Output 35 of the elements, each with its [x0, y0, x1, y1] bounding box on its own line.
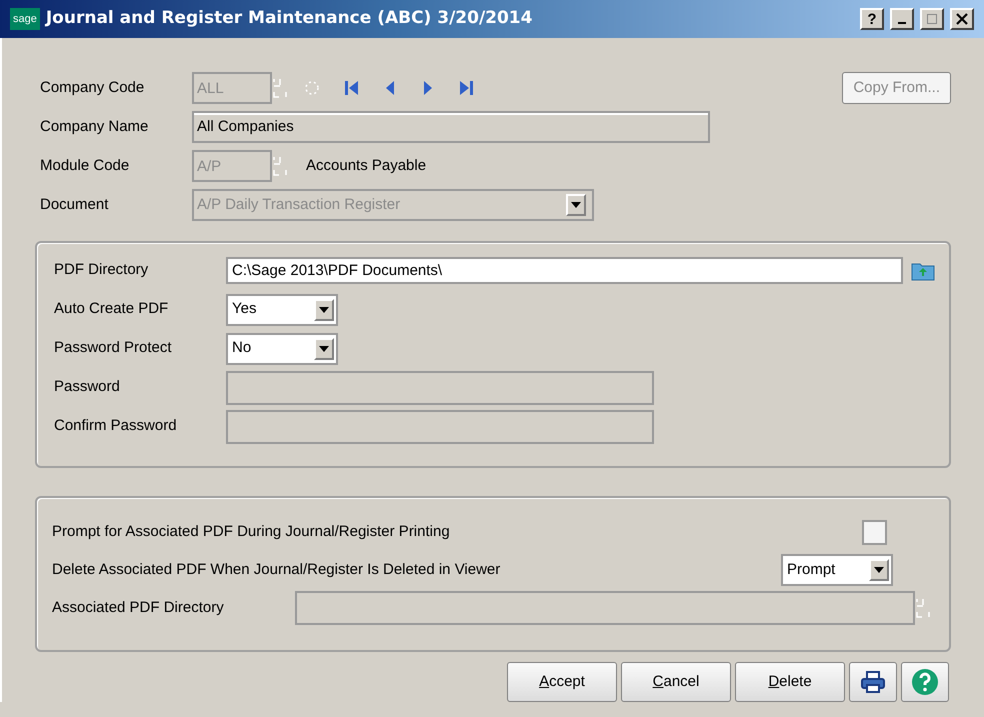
- help-button[interactable]: [901, 662, 949, 702]
- field-label: Prompt for Associated PDF During Journal/Register Printing: [52, 522, 451, 542]
- question-icon: [911, 668, 939, 696]
- maximize-button[interactable]: [920, 8, 944, 30]
- field-label: Confirm Password: [54, 416, 178, 436]
- field-label: Password Protect: [54, 338, 173, 358]
- directory-field[interactable]: C:\Sage 2013\PDF Documents\: [226, 257, 903, 284]
- close-button[interactable]: [950, 8, 974, 30]
- company-name-field[interactable]: All Companies: [192, 111, 710, 143]
- field-label: Auto Create PDF: [54, 299, 170, 320]
- help-button[interactable]: ?: [860, 8, 884, 30]
- field-label: Company Name: [40, 116, 150, 137]
- module-description: Accounts Payable: [306, 156, 426, 176]
- minimize-button[interactable]: [890, 8, 914, 30]
- field-label: Module Code: [40, 156, 130, 176]
- accept-button[interactable]: Accept: [507, 662, 617, 702]
- field-label: PDF Directory: [54, 260, 150, 280]
- select-field[interactable]: Prompt: [781, 554, 893, 586]
- checkbox[interactable]: [862, 520, 887, 544]
- close-icon: [956, 13, 968, 25]
- select-field[interactable]: Yes: [226, 294, 338, 326]
- print-button[interactable]: [849, 662, 897, 702]
- delete-button[interactable]: Delete: [735, 662, 845, 702]
- app-logo: sage: [10, 8, 40, 30]
- minimize-icon: [898, 22, 906, 24]
- printer-icon: [860, 670, 886, 694]
- field-label: Delete Associated PDF When Journal/Register Is Deleted in Viewer: [52, 560, 502, 580]
- maximize-icon: [926, 13, 938, 25]
- field-label: Password: [54, 377, 121, 398]
- window-title: Journal and Register Maintenance (ABC) 3/20/2014: [46, 7, 534, 30]
- cancel-button[interactable]: Cancel: [621, 662, 731, 702]
- field-label: Associated PDF Directory: [52, 598, 225, 618]
- select-field[interactable]: No: [226, 332, 338, 364]
- field-label: Document: [40, 194, 110, 215]
- field-label: Company Code: [40, 78, 146, 98]
